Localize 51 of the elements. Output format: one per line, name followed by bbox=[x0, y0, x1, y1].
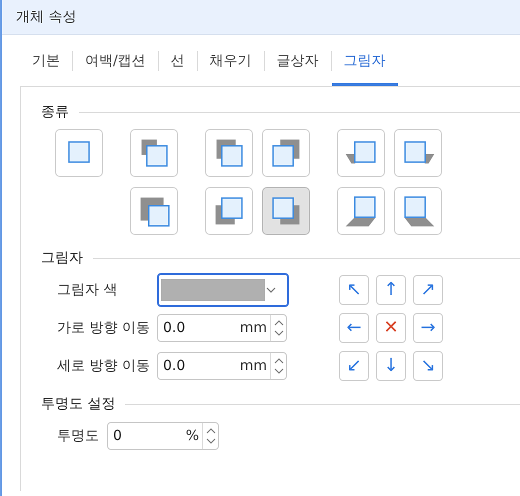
shadow-type-button[interactable] bbox=[205, 187, 253, 235]
chevron-up-icon[interactable] bbox=[206, 427, 216, 434]
field-value: 0 bbox=[113, 428, 123, 444]
field-value: 0.0 bbox=[163, 320, 186, 336]
tab[interactable]: 여백/캡션 bbox=[73, 35, 158, 86]
chevron-down-icon[interactable] bbox=[274, 330, 284, 337]
arrow-button[interactable]: ↘ bbox=[413, 351, 443, 381]
field-value: 0.0 bbox=[163, 358, 186, 374]
shadow-type-button[interactable] bbox=[394, 187, 442, 235]
arrow-button[interactable]: ↙ bbox=[339, 351, 369, 381]
section-title: 그림자 bbox=[41, 249, 83, 267]
field-label: 그림자 색 bbox=[57, 281, 118, 299]
shadow-type-button[interactable] bbox=[55, 129, 103, 177]
window-title: 개체 속성 bbox=[16, 8, 76, 26]
field-label: 가로 방향 이동 bbox=[57, 319, 151, 337]
tab[interactable]: 채우기 bbox=[198, 35, 264, 86]
field-label: 투명도 bbox=[57, 427, 100, 445]
unit-label: mm bbox=[240, 320, 267, 336]
section-title: 투명도 설정 bbox=[41, 395, 116, 413]
unit-label: mm bbox=[240, 358, 267, 374]
arrow-button[interactable]: ↗ bbox=[413, 275, 443, 305]
chevron-down-icon[interactable] bbox=[274, 368, 284, 375]
unit-label: % bbox=[186, 428, 199, 444]
shadow-type-button[interactable] bbox=[337, 187, 385, 235]
shadow-type-button[interactable] bbox=[130, 129, 178, 177]
shadow-type-button[interactable] bbox=[262, 129, 310, 177]
shadow-type-button[interactable] bbox=[205, 129, 253, 177]
chevron-up-icon[interactable] bbox=[274, 357, 284, 364]
tab[interactable]: 글상자 bbox=[264, 35, 331, 86]
shadow-type-button[interactable] bbox=[262, 187, 310, 235]
shadow-type-button[interactable] bbox=[337, 129, 385, 177]
shadow-type-button[interactable] bbox=[394, 129, 442, 177]
section-title: 종류 bbox=[41, 103, 69, 121]
tab[interactable]: 선 bbox=[158, 35, 197, 86]
arrow-button[interactable]: ↖ bbox=[339, 275, 369, 305]
field-label: 세로 방향 이동 bbox=[57, 357, 151, 375]
tab[interactable]: 그림자 bbox=[332, 35, 398, 86]
arrow-button[interactable]: ↓ bbox=[376, 351, 406, 381]
offset-spin-field[interactable]: 0.0 mm bbox=[157, 352, 287, 380]
shadow-type-button[interactable] bbox=[130, 187, 178, 235]
clear-button[interactable]: ✕ bbox=[376, 313, 406, 343]
offset-spin-field[interactable]: 0.0 mm bbox=[157, 314, 287, 342]
arrow-button[interactable]: → bbox=[413, 313, 443, 343]
tab[interactable]: 기본 bbox=[20, 35, 72, 86]
arrow-button[interactable]: ↑ bbox=[376, 275, 406, 305]
chevron-down-icon[interactable] bbox=[206, 438, 216, 445]
arrow-button[interactable]: ← bbox=[339, 313, 369, 343]
chevron-down-icon bbox=[265, 286, 277, 294]
color-dropdown[interactable] bbox=[157, 273, 289, 307]
chevron-up-icon[interactable] bbox=[274, 319, 284, 326]
transparency-spin-field[interactable]: 0 % bbox=[107, 422, 219, 450]
